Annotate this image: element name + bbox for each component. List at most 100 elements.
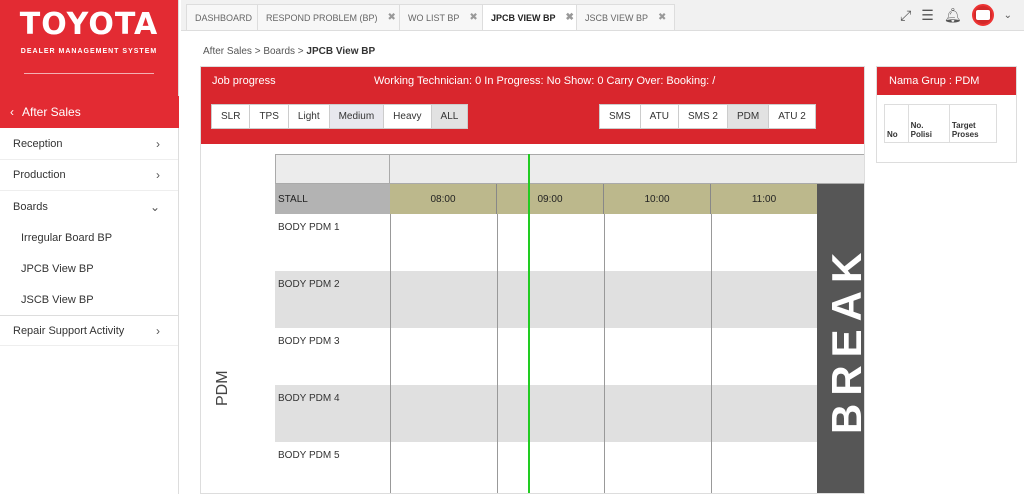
- time-slot: 10:00: [604, 184, 711, 214]
- toyota-logo: TOYOTA: [19, 7, 159, 42]
- job-progress-panel: Job progress Working Technician: 0 In Pr…: [200, 66, 865, 494]
- board-header-left: [275, 154, 390, 184]
- chevron-right-icon: ›: [156, 137, 160, 151]
- avatar[interactable]: [971, 4, 994, 26]
- column-header: No. Polisi: [909, 105, 950, 142]
- tab-label: JPCB VIEW BP: [491, 12, 556, 23]
- sidebar-item-jpcb-view-bp[interactable]: JPCB View BP: [0, 253, 178, 284]
- breadcrumb: After Sales > Boards > JPCB View BP: [203, 46, 376, 57]
- chevron-down-icon: ⌄: [149, 199, 160, 214]
- group-sms2-button[interactable]: SMS 2: [678, 105, 728, 128]
- breadcrumb-current: JPCB View BP: [306, 46, 376, 57]
- current-time-line: [528, 154, 530, 493]
- bell-icon[interactable]: 🔔︎: [944, 7, 962, 24]
- technician-stats: Working Technician: 0 In Progress: No Sh…: [374, 75, 716, 87]
- tab-wo-list-bp[interactable]: WO LIST BP ✖: [399, 4, 487, 30]
- chevron-right-icon: ›: [156, 168, 160, 182]
- grid-line: [390, 214, 391, 493]
- tab-label: JSCB VIEW BP: [585, 12, 649, 23]
- column-header: Target Proses: [951, 121, 979, 139]
- tab-label: WO LIST BP: [408, 12, 460, 23]
- time-slot: 08:00: [390, 184, 497, 214]
- group-pdm-button[interactable]: PDM: [727, 105, 770, 128]
- sidebar-item-irregular-board-bp[interactable]: Irregular Board BP: [0, 222, 178, 253]
- stall-name: BODY PDM 1: [278, 222, 340, 233]
- stall-row: BODY PDM 4: [275, 385, 864, 442]
- group-atu-button[interactable]: ATU: [640, 105, 679, 128]
- column-header: No: [885, 105, 909, 142]
- stall-row: BODY PDM 5: [275, 442, 864, 493]
- grid-line: [604, 214, 605, 493]
- stall-name: BODY PDM 4: [278, 393, 340, 404]
- panel-title: Job progress: [212, 75, 276, 87]
- sidebar-item-label: JSCB View BP: [21, 293, 94, 306]
- close-icon[interactable]: ✖: [388, 12, 396, 23]
- sidebar-item-reception[interactable]: Reception ›: [0, 129, 178, 160]
- group-summary-table: No No. Polisi Target Proses: [884, 104, 997, 143]
- chevron-right-icon: ›: [156, 323, 160, 338]
- tab-jscb-view-bp[interactable]: JSCB VIEW BP ✖: [576, 4, 676, 30]
- group-sms-button[interactable]: SMS: [600, 105, 641, 128]
- brand-subtitle: DEALER MANAGEMENT SYSTEM: [20, 48, 158, 55]
- stall-row: BODY PDM 2: [275, 271, 864, 328]
- break-block: BREAK: [817, 184, 865, 493]
- tab-respond-problem-bp[interactable]: RESPOND PROBLEM (BP) ✖: [257, 4, 405, 30]
- stall-name: BODY PDM 5: [278, 450, 340, 461]
- sidebar-item-boards[interactable]: Boards ⌄: [0, 191, 178, 222]
- stall-name: BODY PDM 2: [278, 279, 340, 290]
- sidebar-item-repair-support-activity[interactable]: Repair Support Activity ›: [0, 315, 178, 346]
- stall-row: BODY PDM 1: [275, 214, 864, 271]
- filter-tps-button[interactable]: TPS: [250, 105, 289, 128]
- filter-heavy-button[interactable]: Heavy: [384, 105, 432, 128]
- stall-board: STALL 08:00 09:00 10:00 11:00 12 BODY PD…: [201, 144, 865, 493]
- group-filter-group: SMS ATU SMS 2 PDM ATU 2: [599, 104, 816, 129]
- stall-row: BODY PDM 3: [275, 328, 864, 385]
- top-toolbar: ⤢ ☰ 🔔︎ ⌄: [900, 4, 1012, 26]
- tab-label: RESPOND PROBLEM (BP): [266, 12, 378, 23]
- sidebar-item-jscb-view-bp[interactable]: JSCB View BP: [0, 284, 178, 315]
- breadcrumb-boards[interactable]: Boards: [263, 46, 295, 57]
- tab-bar: DASHBOARD RESPOND PROBLEM (BP) ✖ WO LIST…: [181, 0, 1024, 31]
- stall-name: BODY PDM 3: [278, 336, 340, 347]
- sidebar-item-label: Boards: [13, 200, 48, 213]
- job-progress-header: Job progress Working Technician: 0 In Pr…: [201, 67, 864, 144]
- chevron-left-icon: ‹: [10, 105, 14, 119]
- time-slot: 09:00: [497, 184, 604, 214]
- close-icon[interactable]: ✖: [566, 12, 574, 23]
- filter-medium-button[interactable]: Medium: [329, 105, 385, 128]
- sidebar-menu: Reception › Production › Boards ⌄ Irregu…: [0, 129, 178, 346]
- grid-line: [497, 214, 498, 493]
- filter-all-button[interactable]: ALL: [431, 105, 468, 128]
- hamburger-menu-icon[interactable]: ☰: [921, 7, 934, 24]
- chevron-down-icon[interactable]: ⌄: [1004, 10, 1012, 21]
- tab-dashboard[interactable]: DASHBOARD: [186, 4, 262, 30]
- tab-label: DASHBOARD: [195, 12, 253, 23]
- sidebar-section-after-sales[interactable]: ‹ After Sales: [0, 96, 179, 128]
- sidebar-item-label: Production: [13, 169, 66, 181]
- sidebar: TOYOTA DEALER MANAGEMENT SYSTEM ‹ After …: [0, 0, 179, 494]
- sidebar-section-label: After Sales: [22, 105, 81, 119]
- filter-light-button[interactable]: Light: [288, 105, 330, 128]
- group-label: PDM: [214, 370, 231, 406]
- tab-jpcb-view-bp[interactable]: JPCB VIEW BP ✖: [482, 4, 583, 30]
- board-header-right: [390, 154, 864, 184]
- group-atu2-button[interactable]: ATU 2: [769, 105, 815, 128]
- category-filter-group: SLR TPS Light Medium Heavy ALL: [211, 104, 469, 129]
- sidebar-item-label: Repair Support Activity: [13, 324, 125, 337]
- group-summary-panel: Nama Grup : PDM No No. Polisi Target Pro…: [876, 66, 1017, 163]
- filter-slr-button[interactable]: SLR: [212, 105, 251, 128]
- fullscreen-icon[interactable]: ⤢: [900, 7, 911, 24]
- sidebar-item-production[interactable]: Production ›: [0, 160, 178, 191]
- close-icon[interactable]: ✖: [469, 12, 477, 23]
- break-label: BREAK: [823, 244, 865, 434]
- group-summary-title: Nama Grup : PDM: [877, 67, 1016, 95]
- brand-divider: [24, 73, 154, 74]
- close-icon[interactable]: ✖: [658, 12, 666, 23]
- grid-line: [711, 214, 712, 493]
- stall-header: STALL: [275, 184, 390, 214]
- sidebar-item-label: Irregular Board BP: [21, 231, 113, 244]
- time-slot: 11:00: [711, 184, 818, 214]
- time-header-row: 08:00 09:00 10:00 11:00 12: [390, 184, 864, 214]
- sidebar-item-label: Reception: [13, 138, 63, 150]
- breadcrumb-after-sales[interactable]: After Sales: [203, 46, 252, 57]
